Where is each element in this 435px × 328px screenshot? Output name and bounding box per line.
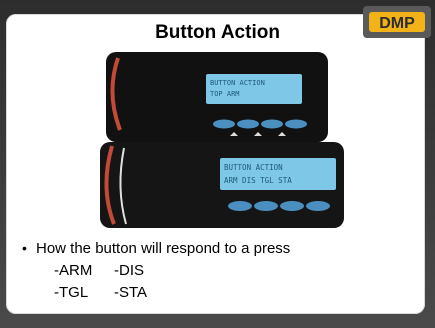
- lcd-bottom-line2: ARM DIS TGL STA: [224, 176, 292, 185]
- keypad-bottom-button-2: [254, 201, 278, 211]
- page-title: Button Action: [155, 22, 280, 43]
- option-arm: -ARM: [54, 261, 93, 279]
- keypad-bottom-button-1: [228, 201, 252, 211]
- keypad-bottom-button-3: [280, 201, 304, 211]
- keypad-top: BUTTON ACTION TOP ARM: [106, 52, 328, 142]
- option-dis: -DIS: [114, 261, 144, 279]
- lcd-bottom-line1: BUTTON ACTION: [224, 163, 283, 172]
- keypad-bottom: BUTTON ACTION ARM DIS TGL STA: [100, 142, 344, 228]
- keypad-top-button-3: [261, 119, 283, 129]
- bullet-item: • How the button will respond to a press: [22, 237, 422, 259]
- bullet-dot: •: [22, 240, 27, 256]
- keypad-top-button-2: [237, 119, 259, 129]
- bullet-text: How the button will respond to a press: [36, 239, 291, 257]
- bullet-list: • How the button will respond to a press…: [22, 237, 422, 303]
- lcd-top-line1: BUTTON ACTION: [210, 79, 265, 87]
- keypad-bottom-button-4: [306, 201, 330, 211]
- option-row: -ARM -DIS: [22, 259, 422, 281]
- keypad-device-image: BUTTON ACTION TOP ARM BUTTON ACTION ARM …: [100, 52, 344, 228]
- keypad-top-button-1: [213, 119, 235, 129]
- option-row: -TGL -STA: [22, 281, 422, 303]
- lcd-top-line2: TOP ARM: [210, 90, 240, 98]
- keypad-top-button-4: [285, 119, 307, 129]
- option-tgl: -TGL: [54, 283, 89, 301]
- option-sta: -STA: [114, 283, 148, 301]
